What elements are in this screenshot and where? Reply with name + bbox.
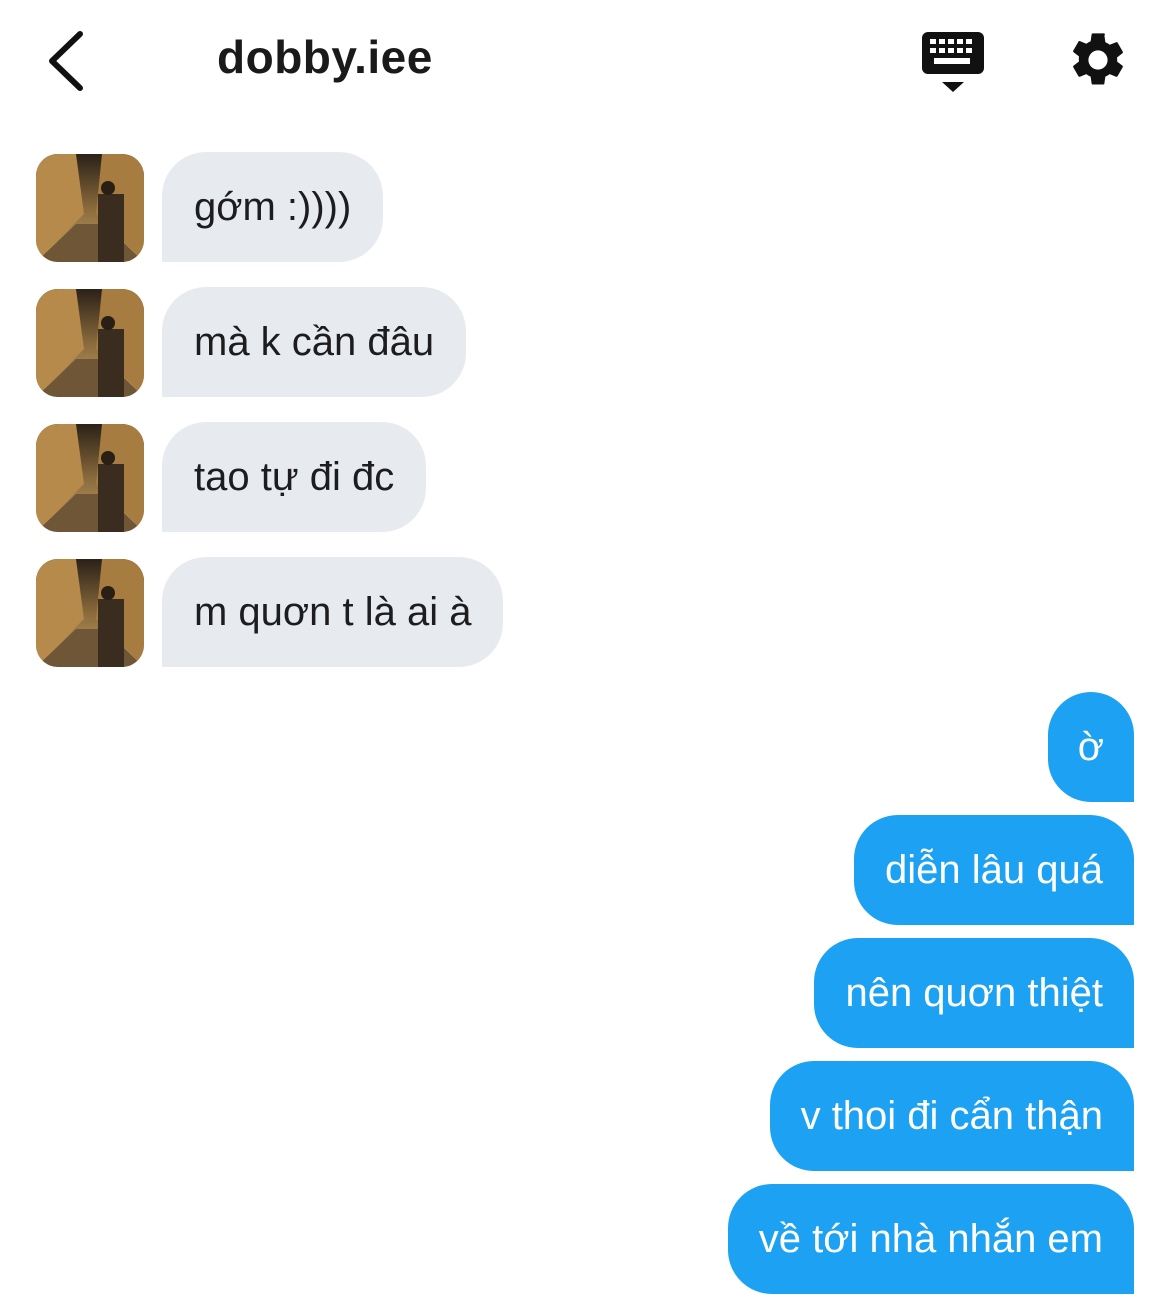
back-button[interactable]	[40, 26, 100, 96]
keyboard-icon	[922, 32, 984, 92]
keyboard-button[interactable]	[920, 30, 988, 96]
incoming-message-bubble[interactable]: m quơn t là ai à	[162, 557, 504, 667]
chevron-left-icon	[49, 31, 83, 91]
settings-button[interactable]	[1066, 28, 1130, 92]
outgoing-message-bubble[interactable]: v thoi đi cẩn thận	[769, 1061, 1134, 1171]
outgoing-message-bubble[interactable]: nên quơn thiệt	[814, 938, 1134, 1048]
avatar[interactable]	[36, 154, 144, 262]
avatar[interactable]	[36, 424, 144, 532]
conversation-title[interactable]: dobby.iee	[217, 30, 433, 84]
outgoing-message-bubble[interactable]: ờ	[1047, 692, 1134, 802]
outgoing-message-bubble[interactable]: diễn lâu quá	[854, 815, 1134, 925]
chat-header: dobby.iee	[0, 0, 1170, 130]
gear-icon	[1073, 33, 1123, 85]
incoming-message-bubble[interactable]: tao tự đi đc	[162, 422, 427, 532]
avatar[interactable]	[36, 559, 144, 667]
outgoing-message-bubble[interactable]: về tới nhà nhắn em	[727, 1184, 1134, 1294]
incoming-message-bubble[interactable]: mà k cần đâu	[162, 287, 467, 397]
avatar[interactable]	[36, 289, 144, 397]
incoming-message-bubble[interactable]: gớm :))))	[162, 152, 384, 262]
